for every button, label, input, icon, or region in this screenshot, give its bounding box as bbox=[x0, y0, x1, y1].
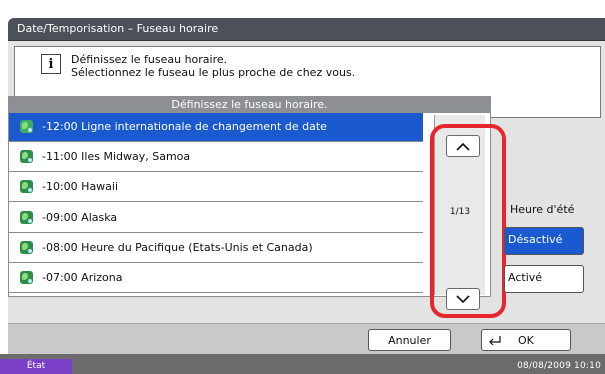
list-item[interactable]: -10:00 Hawaii bbox=[9, 173, 423, 202]
title-bar: Date/Temporisation – Fuseau horaire bbox=[8, 18, 605, 41]
list-body: -12:00 Ligne internationale de changemen… bbox=[9, 113, 425, 296]
list-item[interactable]: -12:00 Ligne internationale de changemen… bbox=[9, 113, 423, 142]
info-line-1: Définissez le fuseau horaire. bbox=[71, 53, 228, 66]
list-item[interactable]: -07:00 Arizona bbox=[9, 264, 423, 293]
chevron-down-icon bbox=[456, 294, 470, 303]
cancel-label: Annuler bbox=[388, 333, 431, 347]
dst-off-button[interactable]: Désactivé bbox=[504, 227, 584, 255]
scroll-down-button[interactable] bbox=[446, 288, 480, 310]
list-item-label: -10:00 Hawaii bbox=[42, 180, 119, 193]
status-state[interactable]: État bbox=[0, 359, 72, 374]
globe-icon bbox=[20, 211, 33, 224]
window-title: Date/Temporisation – Fuseau horaire bbox=[17, 22, 219, 35]
list-item-label: -12:00 Ligne internationale de changemen… bbox=[42, 120, 327, 133]
enter-arrow-icon bbox=[489, 336, 501, 345]
list-header: Définissez le fuseau horaire. bbox=[9, 97, 490, 113]
cancel-button[interactable]: Annuler bbox=[368, 329, 451, 351]
status-bar: État 08/08/2009 10:10 bbox=[0, 354, 605, 374]
status-datetime: 08/08/2009 10:10 bbox=[517, 361, 601, 371]
scrollbar: 1/13 bbox=[434, 115, 485, 310]
globe-icon bbox=[20, 150, 33, 163]
ok-button[interactable]: OK bbox=[481, 329, 571, 351]
chevron-up-icon bbox=[456, 142, 470, 151]
footer-bar: Annuler OK bbox=[8, 323, 605, 355]
list-item[interactable]: -09:00 Alaska bbox=[9, 204, 423, 233]
info-line-2: Sélectionnez le fuseau le plus proche de… bbox=[71, 66, 356, 79]
scroll-up-button[interactable] bbox=[446, 135, 480, 157]
list-item-label: -08:00 Heure du Pacifique (Etats-Unis et… bbox=[42, 241, 313, 254]
globe-icon bbox=[20, 271, 33, 284]
page-indicator: 1/13 bbox=[449, 207, 471, 217]
globe-icon bbox=[20, 241, 33, 254]
list-item-label: -09:00 Alaska bbox=[42, 211, 118, 224]
list-item[interactable]: -11:00 Iles Midway, Samoa bbox=[9, 143, 423, 172]
ok-label: OK bbox=[518, 333, 534, 347]
dst-label: Heure d'été bbox=[510, 203, 575, 216]
list-item[interactable]: -08:00 Heure du Pacifique (Etats-Unis et… bbox=[9, 234, 423, 263]
list-item-label: -07:00 Arizona bbox=[42, 271, 123, 284]
info-icon: i bbox=[41, 54, 61, 74]
timezone-list: Définissez le fuseau horaire. -12:00 Lig… bbox=[8, 96, 491, 297]
dst-on-button[interactable]: Activé bbox=[504, 265, 584, 293]
globe-icon bbox=[20, 180, 33, 193]
globe-icon bbox=[20, 120, 33, 133]
list-item-label: -11:00 Iles Midway, Samoa bbox=[42, 150, 191, 163]
